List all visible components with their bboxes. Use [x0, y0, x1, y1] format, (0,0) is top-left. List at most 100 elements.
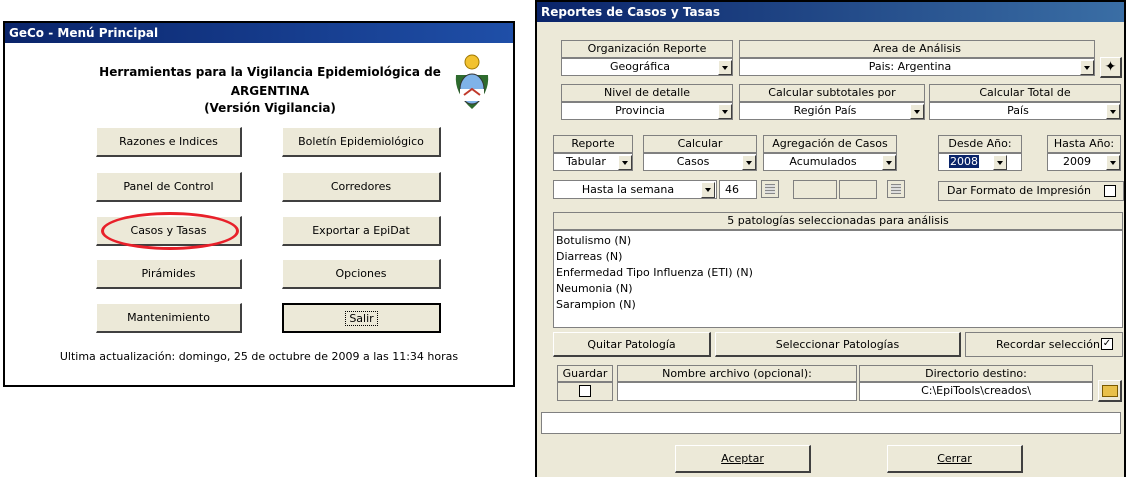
desde-ano-dropdown-icon[interactable] [993, 155, 1007, 170]
argentina-coat-of-arms-icon [455, 54, 489, 109]
reports-title-bar: Reportes de Casos y Tasas [537, 2, 1124, 22]
calcular-dropdown-icon[interactable] [742, 155, 756, 170]
guardar-label: Guardar [557, 365, 613, 382]
guardar-checkbox[interactable] [579, 385, 591, 397]
recordar-seleccion-checkbox[interactable]: ✓ [1101, 338, 1113, 350]
patologia-item[interactable]: Enfermedad Tipo Influenza (ETI) (N) [556, 265, 1120, 281]
semana-dropdown-icon[interactable] [701, 182, 715, 198]
patologias-header: 5 patologías seleccionadas para análisis [553, 212, 1123, 230]
directorio-input[interactable]: C:\EpiTools\creados\ [859, 382, 1093, 401]
org-reporte-select[interactable]: Geográfica [561, 58, 733, 76]
patologia-item[interactable]: Neumonia (N) [556, 281, 1120, 297]
patologias-list[interactable]: Botulismo (N) Diarreas (N) Enfermedad Ti… [553, 230, 1123, 328]
recordar-seleccion-label: Recordar selección [996, 338, 1100, 351]
seleccionar-patologias-button[interactable]: Seleccionar Patologías [715, 332, 961, 357]
menu-country: ARGENTINA [230, 84, 310, 98]
calendar-icon-2[interactable] [887, 180, 905, 198]
nombre-archivo-input[interactable] [617, 382, 857, 401]
last-update-text: Ultima actualización: domingo, 25 de oct… [59, 350, 459, 363]
semana-value: Hasta la semana [581, 183, 675, 196]
exportar-epidat-button[interactable]: Exportar a EpiDat [282, 216, 441, 246]
directorio-label: Directorio destino: [859, 365, 1093, 382]
desde-ano-select[interactable]: 2008 [938, 153, 1022, 171]
map-compass-button[interactable]: ✦ [1100, 57, 1122, 78]
patologia-item[interactable]: Diarreas (N) [556, 249, 1120, 265]
menu-heading: Herramientas para la Vigilancia Epidemio… [99, 65, 441, 79]
reporte-dropdown-icon[interactable] [618, 155, 632, 170]
corredores-button[interactable]: Corredores [282, 172, 441, 202]
reporte-label: Reporte [553, 135, 633, 153]
folder-open-icon [1101, 384, 1118, 397]
area-analisis-select[interactable]: Pais: Argentina [739, 58, 1095, 76]
status-bar [541, 412, 1121, 434]
folder-browse-button[interactable] [1098, 380, 1122, 402]
agregacion-select[interactable]: Acumulados [763, 153, 897, 171]
reporte-value: Tabular [566, 155, 606, 168]
fecha-desde-field[interactable] [793, 180, 837, 199]
formato-impresion-label: Dar Formato de Impresión [947, 184, 1091, 197]
geco-menu-window: GeCo - Menú Principal Herramientas para … [3, 21, 515, 387]
area-analisis-label: Area de Análisis [739, 40, 1095, 58]
recordar-seleccion-box[interactable]: Recordar selección [965, 332, 1123, 357]
subtotales-select[interactable]: Región País [739, 102, 925, 120]
salir-button[interactable]: Salir [282, 303, 441, 333]
agregacion-dropdown-icon[interactable] [882, 155, 896, 170]
piramides-button[interactable]: Pirámides [96, 259, 242, 289]
hasta-ano-value: 2009 [1063, 155, 1091, 168]
quitar-patologia-button[interactable]: Quitar Patología [553, 332, 711, 357]
aceptar-label: Aceptar [721, 452, 764, 465]
org-reporte-dropdown-icon[interactable] [718, 60, 732, 75]
subtotales-label: Calcular subtotales por [739, 84, 925, 102]
patologia-item[interactable]: Botulismo (N) [556, 233, 1120, 249]
fecha-hasta-field[interactable] [839, 180, 877, 199]
highlight-ellipse [101, 212, 239, 250]
razones-indices-button[interactable]: Razones e Indices [96, 127, 242, 157]
agregacion-label: Agregación de Casos [763, 135, 897, 153]
area-analisis-value: Pais: Argentina [868, 60, 952, 73]
nombre-archivo-label: Nombre archivo (opcional): [617, 365, 857, 382]
desde-ano-label: Desde Año: [938, 135, 1022, 153]
area-analisis-dropdown-icon[interactable] [1080, 60, 1094, 75]
calcular-select[interactable]: Casos [643, 153, 757, 171]
nivel-detalle-select[interactable]: Provincia [561, 102, 733, 120]
subtotales-value: Región País [793, 104, 857, 117]
calcular-label: Calcular [643, 135, 757, 153]
nivel-detalle-label: Nivel de detalle [561, 84, 733, 102]
semana-select[interactable]: Hasta la semana [553, 180, 717, 199]
reports-window: Reportes de Casos y Tasas Organización R… [535, 0, 1126, 477]
formato-impresion-checkbox[interactable] [1104, 185, 1116, 197]
geco-window-title: GeCo - Menú Principal [9, 26, 159, 40]
formato-impresion-box[interactable]: Dar Formato de Impresión [938, 181, 1124, 201]
reports-window-title: Reportes de Casos y Tasas [541, 5, 720, 19]
nivel-detalle-value: Provincia [615, 104, 665, 117]
nivel-detalle-dropdown-icon[interactable] [718, 104, 732, 119]
semana-number-field[interactable]: 46 [719, 180, 757, 199]
calcular-value: Casos [676, 155, 710, 168]
aceptar-button[interactable]: Aceptar [675, 445, 811, 473]
boletin-epidemiologico-button[interactable]: Boletín Epidemiológico [282, 127, 441, 157]
org-reporte-label: Organización Reporte [561, 40, 733, 58]
menu-version: (Versión Vigilancia) [204, 101, 336, 115]
cerrar-button[interactable]: Cerrar [887, 445, 1023, 473]
opciones-button[interactable]: Opciones [282, 259, 441, 289]
salir-button-label: Salir [345, 310, 378, 326]
patologia-item[interactable]: Sarampion (N) [556, 297, 1120, 313]
total-de-dropdown-icon[interactable] [1106, 104, 1120, 119]
mantenimiento-button[interactable]: Mantenimiento [96, 303, 242, 333]
total-de-value: País [1007, 104, 1029, 117]
hasta-ano-label: Hasta Año: [1047, 135, 1121, 153]
semana-number: 46 [725, 183, 739, 196]
hasta-ano-dropdown-icon[interactable] [1106, 155, 1120, 170]
agregacion-value: Acumulados [789, 155, 857, 168]
total-de-label: Calcular Total de [929, 84, 1121, 102]
panel-control-button[interactable]: Panel de Control [96, 172, 242, 202]
subtotales-dropdown-icon[interactable] [910, 104, 924, 119]
cerrar-label: Cerrar [937, 452, 972, 465]
compass-icon: ✦ [1104, 59, 1117, 75]
geco-title-bar: GeCo - Menú Principal [5, 23, 513, 43]
directorio-value: C:\EpiTools\creados\ [921, 384, 1031, 397]
desde-ano-value: 2008 [949, 155, 979, 168]
org-reporte-value: Geográfica [610, 60, 670, 73]
total-de-select[interactable]: País [929, 102, 1121, 120]
calendar-icon[interactable] [761, 180, 779, 198]
